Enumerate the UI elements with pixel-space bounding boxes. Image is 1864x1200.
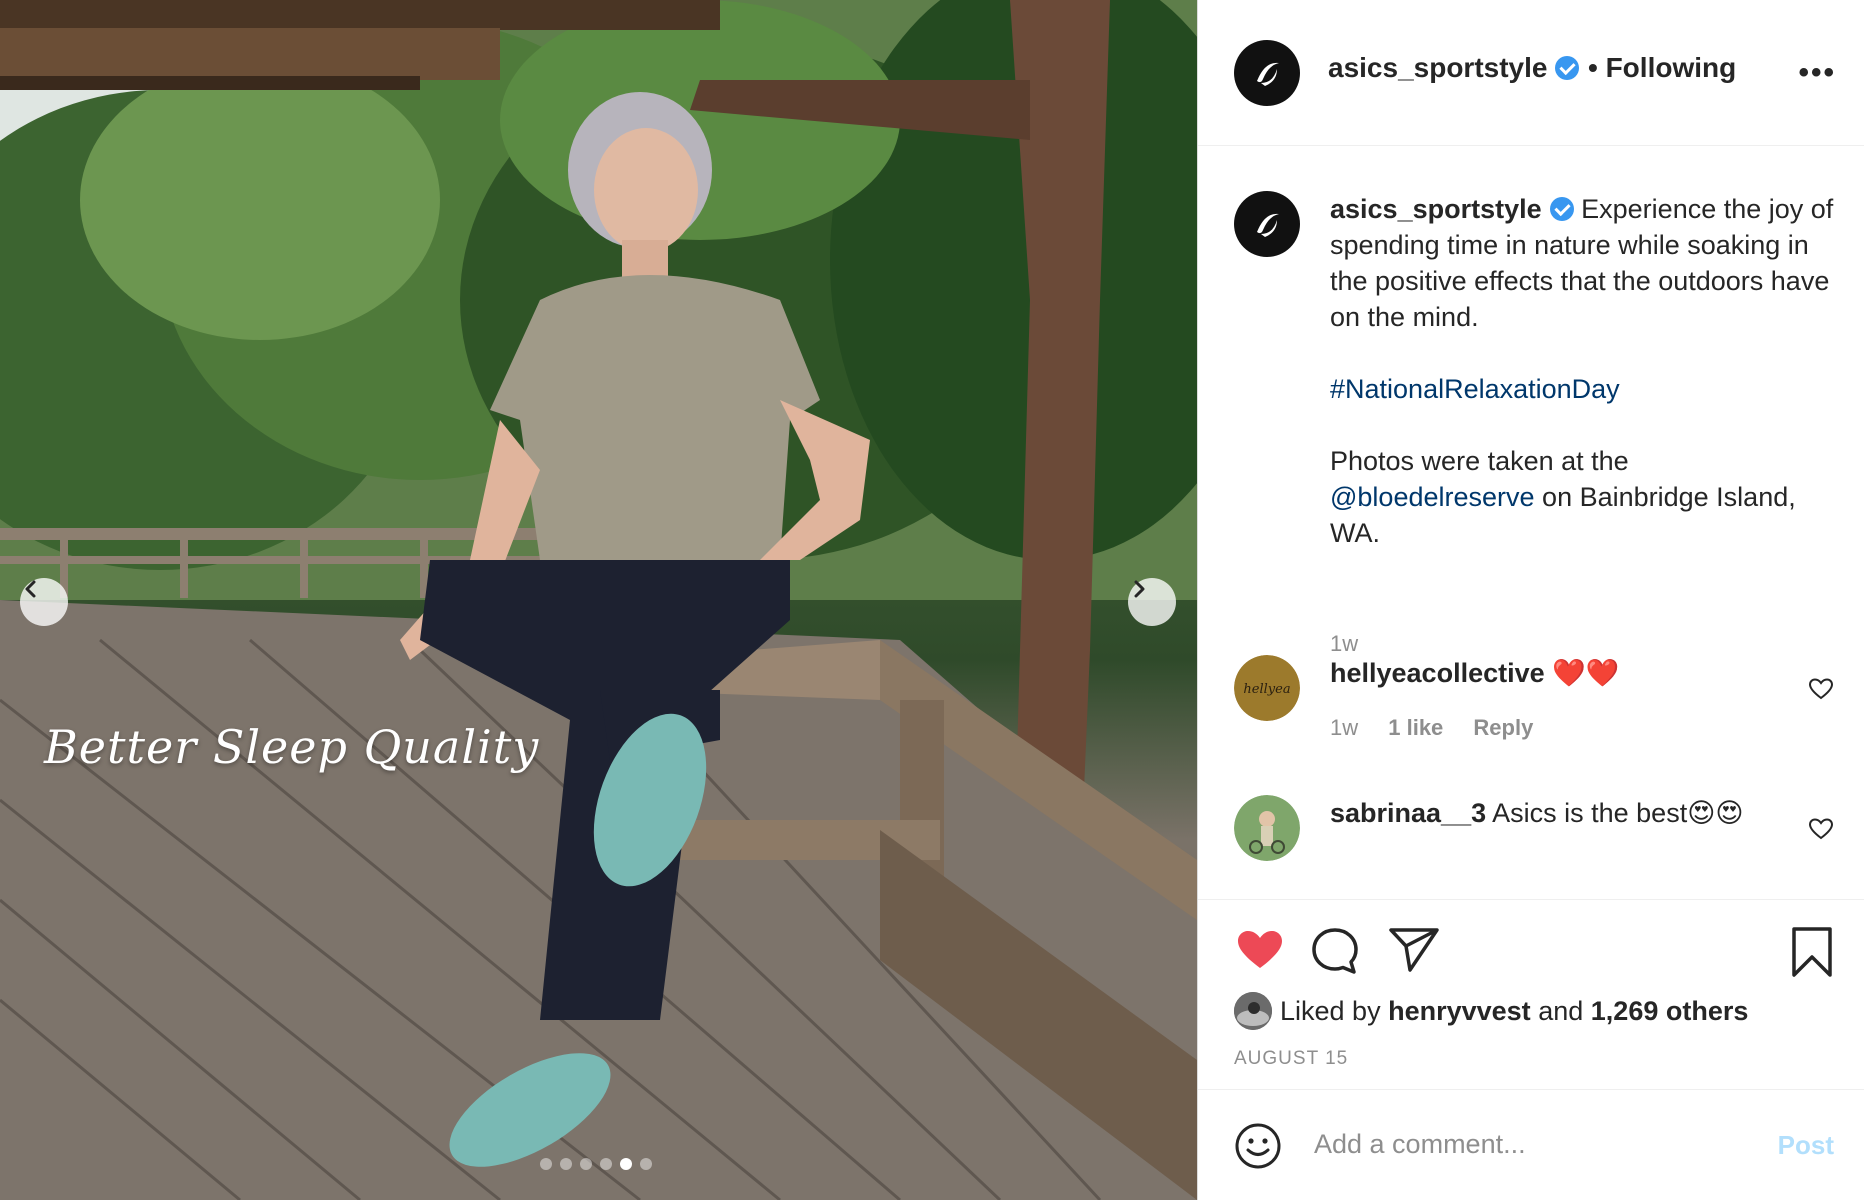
post-side-panel: asics_sportstyle • Following ••• asics_s… [1197, 0, 1864, 1200]
verified-badge-icon [1555, 56, 1580, 80]
next-photo-button[interactable] [1128, 578, 1176, 626]
verified-badge-icon [1549, 197, 1574, 221]
like-heart-icon[interactable] [1234, 926, 1286, 974]
caption-avatar[interactable] [1234, 191, 1300, 257]
previous-photo-button[interactable] [20, 578, 68, 626]
likes-summary: Liked by henryvvest and 1,269 others [1234, 992, 1748, 1030]
caption-timestamp[interactable]: 1w [1330, 631, 1358, 657]
henryvvest-avatar-image [1234, 992, 1272, 1030]
share-paper-plane-icon[interactable] [1388, 926, 1440, 974]
caption-text: asics_sportstyle Experience the joy of s… [1330, 191, 1835, 551]
post-date[interactable]: AUGUST 15 [1234, 1048, 1348, 1070]
comment-meta: 1w 1 like Reply [1330, 715, 1557, 741]
carousel-dot [640, 1158, 652, 1170]
chevron-left-icon [25, 580, 36, 598]
carousel-indicator [540, 1158, 652, 1170]
post-actions: Liked by henryvvest and 1,269 others AUG… [1198, 899, 1864, 1089]
carousel-dot-active [620, 1158, 632, 1170]
post-comment-button[interactable]: Post [1778, 1130, 1834, 1161]
photo-overlay-text: Better Sleep Quality [44, 720, 540, 774]
liked-by-prefix: Liked by [1280, 995, 1381, 1026]
avatar[interactable] [1234, 795, 1300, 861]
chevron-right-icon [1134, 580, 1145, 598]
hellyea-avatar-image: hellyea [1234, 655, 1300, 721]
caption-mention[interactable]: @bloedelreserve [1330, 482, 1535, 512]
photo-scene [0, 0, 1197, 1200]
save-bookmark-icon[interactable] [1790, 926, 1834, 978]
comment-like-heart-icon[interactable] [1808, 677, 1834, 701]
comment-likes[interactable]: 1 like [1388, 715, 1443, 740]
add-comment-bar: Post [1198, 1089, 1864, 1200]
comment-body: Asics is the best😍😍 [1492, 798, 1744, 828]
carousel-dot [580, 1158, 592, 1170]
comment-reply-button[interactable]: Reply [1473, 715, 1533, 740]
emoji-smiley-icon[interactable] [1234, 1122, 1282, 1170]
add-comment-input[interactable] [1314, 1118, 1754, 1170]
liked-by-user[interactable]: henryvvest [1388, 996, 1531, 1027]
comment-body: ❤️❤️ [1552, 658, 1620, 688]
carousel-dot [560, 1158, 572, 1170]
carousel-dot [600, 1158, 612, 1170]
asics-logo-icon [1257, 213, 1279, 237]
comment-username[interactable]: sabrinaa__3 [1330, 798, 1486, 828]
liked-by-avatar[interactable] [1234, 992, 1272, 1030]
more-options-icon[interactable]: ••• [1798, 56, 1836, 90]
post-photo[interactable]: Better Sleep Quality [0, 0, 1197, 1200]
comment-timestamp[interactable]: 1w [1330, 715, 1358, 740]
comment-like-heart-icon[interactable] [1808, 817, 1834, 841]
asics-logo-avatar[interactable] [1234, 40, 1300, 106]
comment-username[interactable]: hellyeacollective [1330, 658, 1545, 688]
sabrinaa-avatar-image [1234, 795, 1300, 861]
svg-text:hellyea: hellyea [1243, 682, 1290, 697]
liked-by-and: and [1538, 995, 1584, 1026]
comment-bubble-icon[interactable] [1310, 926, 1360, 976]
asics-logo-icon [1257, 62, 1279, 86]
comments-section[interactable]: asics_sportstyle Experience the joy of s… [1198, 147, 1864, 899]
avatar[interactable]: hellyea [1234, 655, 1300, 721]
caption-body-2: Photos were taken at the [1330, 446, 1629, 476]
header-username[interactable]: asics_sportstyle [1328, 52, 1580, 84]
post-header: asics_sportstyle • Following ••• [1198, 0, 1864, 146]
comment-text: hellyeacollective ❤️❤️ [1330, 655, 1760, 691]
carousel-dot [540, 1158, 552, 1170]
liked-by-others[interactable]: 1,269 others [1591, 996, 1749, 1027]
comment-text: sabrinaa__3 Asics is the best😍😍 [1330, 795, 1760, 831]
caption-username[interactable]: asics_sportstyle [1330, 194, 1542, 224]
following-button[interactable]: • Following [1588, 52, 1736, 84]
caption-hashtag[interactable]: #NationalRelaxationDay [1330, 374, 1620, 404]
